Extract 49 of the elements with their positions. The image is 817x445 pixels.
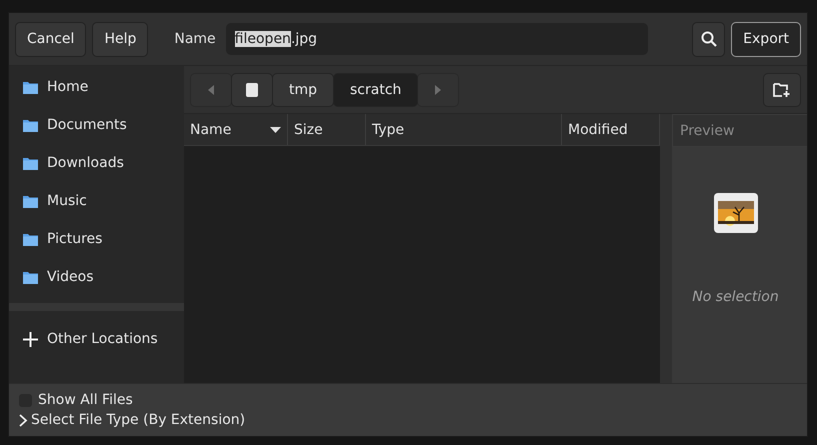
sidebar-item[interactable]: Home xyxy=(9,68,184,106)
sidebar-item[interactable]: Music xyxy=(9,182,184,220)
place-label: Downloads xyxy=(47,155,124,171)
drive-crumb[interactable] xyxy=(231,72,273,106)
folder-icon xyxy=(23,232,38,246)
place-label: Pictures xyxy=(47,231,102,247)
sidebar-item[interactable]: Documents xyxy=(9,106,184,144)
folder-icon xyxy=(23,118,38,132)
other-locations-item[interactable]: Other Locations xyxy=(9,320,184,358)
name-field[interactable]: fileopen.jpg xyxy=(226,23,648,55)
place-label: Music xyxy=(47,193,87,209)
column-header[interactable]: Size xyxy=(288,114,366,145)
name-label: Name xyxy=(174,31,216,47)
place-label: Documents xyxy=(47,117,127,133)
place-label: Videos xyxy=(47,269,94,285)
drive-icon xyxy=(246,82,258,96)
search-button[interactable] xyxy=(692,22,726,56)
show-all-files-checkbox[interactable]: Show All Files xyxy=(19,392,807,408)
new-folder-icon xyxy=(773,82,791,98)
sidebar-item[interactable]: Pictures xyxy=(9,220,184,258)
no-selection-text: No selection xyxy=(692,289,779,305)
place-label: Home xyxy=(47,79,88,95)
preview-header: Preview xyxy=(672,114,807,147)
column-header[interactable]: Name xyxy=(184,114,288,145)
folder-icon xyxy=(23,270,38,284)
path-crumb[interactable]: scratch xyxy=(333,72,418,106)
dialog-button[interactable]: Help xyxy=(92,22,148,56)
image-icon xyxy=(714,193,758,233)
column-label: Size xyxy=(294,122,324,138)
folder-icon xyxy=(23,80,38,94)
sidebar-item[interactable]: Videos xyxy=(9,258,184,296)
file-type-expander[interactable]: Select File Type (By Extension) xyxy=(19,412,807,428)
column-label: Type xyxy=(372,122,406,138)
path-crumb[interactable]: tmp xyxy=(272,72,334,106)
search-icon xyxy=(700,31,717,47)
dialog-button[interactable]: Cancel xyxy=(15,22,86,56)
column-header[interactable]: Type xyxy=(366,114,562,145)
sidebar-item[interactable]: Downloads xyxy=(9,144,184,182)
column-label: Modified xyxy=(568,122,629,138)
checkbox-label: Show All Files xyxy=(38,392,133,408)
folder-icon xyxy=(23,194,38,208)
export-button[interactable]: Export xyxy=(731,22,801,56)
plus-icon xyxy=(23,332,38,346)
left-arrow-icon xyxy=(208,84,214,94)
new-folder-button[interactable] xyxy=(763,72,801,106)
folder-icon xyxy=(23,156,38,170)
place-label: Other Locations xyxy=(47,331,158,347)
column-label: Name xyxy=(190,122,232,138)
right-arrow-icon xyxy=(435,84,442,94)
